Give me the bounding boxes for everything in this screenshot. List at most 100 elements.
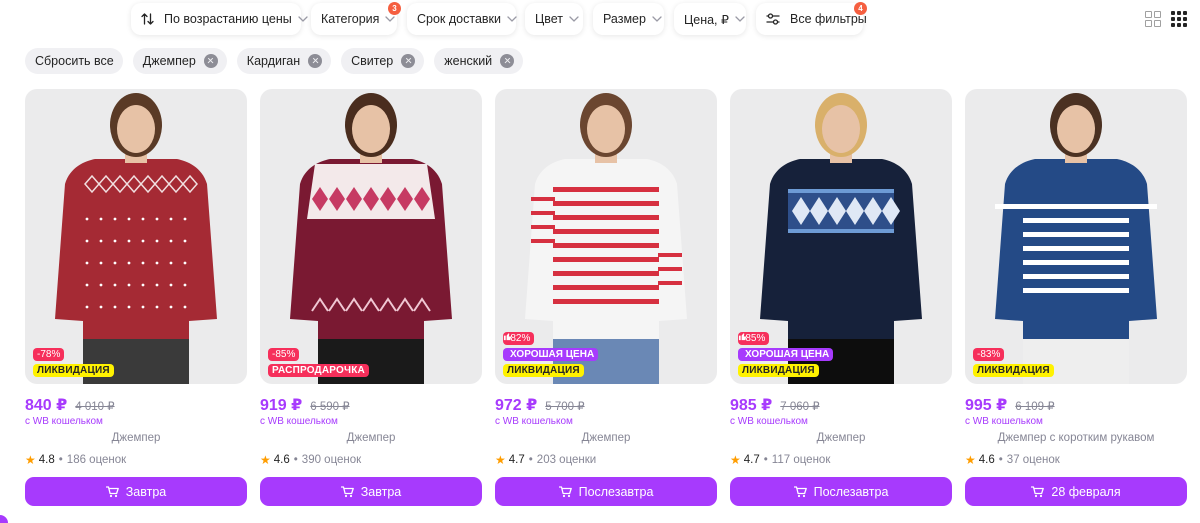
filter-chip-label: Кардиган xyxy=(246,54,301,68)
sort-icon xyxy=(141,13,154,25)
add-to-cart-button[interactable]: Завтра xyxy=(260,477,482,506)
delivery-date-label: Послезавтра xyxy=(578,484,654,499)
product-image[interactable]: -82% ХОРОШАЯ ЦЕНА ЛИКВИДАЦИЯ xyxy=(495,89,717,384)
small-grid-view-icon[interactable] xyxy=(1171,11,1187,27)
wallet-note: с WB кошельком xyxy=(495,416,573,427)
separator-dot: • xyxy=(293,454,298,466)
product-labels: -85% ХОРОШАЯ ЦЕНА ЛИКВИДАЦИЯ xyxy=(738,332,834,377)
product-image[interactable]: -85% ХОРОШАЯ ЦЕНА ЛИКВИДАЦИЯ xyxy=(730,89,952,384)
size-label: Размер xyxy=(603,12,646,26)
delivery-date-label: Завтра xyxy=(360,484,402,499)
category-label: Категория xyxy=(321,12,380,26)
star-icon: ★ xyxy=(495,453,506,467)
promo-badge-label: ЛИКВИДАЦИЯ xyxy=(742,365,815,376)
filter-chip-label: Джемпер xyxy=(142,54,196,68)
current-price: 995 ₽ xyxy=(965,397,1008,414)
rating: ★ 4.8 • 186 оценок xyxy=(25,453,126,467)
discount-badge: -83% xyxy=(973,348,1005,361)
product-card[interactable]: -83% ЛИКВИДАЦИЯ 995 ₽ 6 109 ₽ с WB кошел… xyxy=(965,89,1187,509)
large-grid-view-icon[interactable] xyxy=(1145,11,1161,27)
product-labels: -78% ЛИКВИДАЦИЯ xyxy=(33,348,114,377)
rating: ★ 4.7 • 117 оценок xyxy=(730,453,830,467)
price-filter-button[interactable]: Цена, ₽ xyxy=(674,3,746,35)
wallet-note: с WB кошельком xyxy=(730,416,808,427)
separator-dot: • xyxy=(58,454,63,466)
product-card[interactable]: -85% РАСПРОДАРОЧКА 919 ₽ 6 590 ₽ с WB ко… xyxy=(260,89,482,509)
add-to-cart-button[interactable]: Послезавтра xyxy=(730,477,952,506)
remove-icon[interactable] xyxy=(308,54,323,68)
size-filter-button[interactable]: Размер xyxy=(593,3,664,35)
delivery-date-label: Завтра xyxy=(125,484,167,499)
product-card[interactable]: -78% ЛИКВИДАЦИЯ 840 ₽ 4 010 ₽ с WB кошел… xyxy=(25,89,247,509)
chevron-down-icon xyxy=(569,14,579,24)
star-icon: ★ xyxy=(965,453,976,467)
product-name[interactable]: Джемпер xyxy=(260,432,482,444)
star-icon: ★ xyxy=(730,453,741,467)
remove-icon[interactable] xyxy=(500,54,515,68)
product-labels: -85% РАСПРОДАРОЧКА xyxy=(268,348,369,377)
add-to-cart-button[interactable]: 28 февраля xyxy=(965,477,1187,506)
price-row: 919 ₽ 6 590 ₽ xyxy=(260,395,350,415)
chevron-down-icon xyxy=(735,14,745,24)
price-row: 972 ₽ 5 700 ₽ xyxy=(495,395,585,415)
filter-chip-label: Свитер xyxy=(351,54,394,68)
filter-chip-label: женский xyxy=(444,54,493,68)
sort-label: По возрастанию цены xyxy=(164,12,292,26)
review-count: 186 оценок xyxy=(66,454,127,466)
product-image[interactable]: -85% РАСПРОДАРОЧКА xyxy=(260,89,482,384)
rating-value: 4.7 xyxy=(508,454,525,466)
promo-badge: ЛИКВИДАЦИЯ xyxy=(503,364,584,377)
color-label: Цвет xyxy=(535,12,564,26)
product-image[interactable]: -83% ЛИКВИДАЦИЯ xyxy=(965,89,1187,384)
scroll-button[interactable] xyxy=(0,515,8,523)
add-to-cart-button[interactable]: Завтра xyxy=(25,477,247,506)
promo-badge: ЛИКВИДАЦИЯ xyxy=(973,364,1054,377)
price-label: Цена, ₽ xyxy=(684,12,729,27)
cart-icon xyxy=(105,485,119,498)
promo-badge: ЛИКВИДАЦИЯ xyxy=(33,364,114,377)
sort-button[interactable]: По возрастанию цены xyxy=(131,3,308,35)
product-name[interactable]: Джемпер xyxy=(495,432,717,444)
remove-icon[interactable] xyxy=(401,54,416,68)
product-card[interactable]: -82% ХОРОШАЯ ЦЕНА ЛИКВИДАЦИЯ 972 ₽ 5 700 … xyxy=(495,89,717,509)
cart-icon xyxy=(558,485,572,498)
wallet-note: с WB кошельком xyxy=(25,416,103,427)
separator-dot: • xyxy=(763,454,768,466)
category-count-badge: 3 xyxy=(388,2,401,15)
reset-all-chip[interactable]: Сбросить все xyxy=(25,48,123,74)
add-to-cart-button[interactable]: Послезавтра xyxy=(495,477,717,506)
chevron-down-icon xyxy=(385,14,396,24)
filter-chip[interactable]: Кардиган xyxy=(236,48,332,74)
current-price: 985 ₽ xyxy=(730,397,773,414)
current-price: 972 ₽ xyxy=(495,397,538,414)
old-price: 4 010 ₽ xyxy=(75,401,115,413)
filter-chip[interactable]: Свитер xyxy=(341,48,425,74)
all-filters-button[interactable]: Все фильтры 4 xyxy=(756,2,867,35)
product-card[interactable]: -85% ХОРОШАЯ ЦЕНА ЛИКВИДАЦИЯ 985 ₽ 7 060 … xyxy=(730,89,952,509)
product-image[interactable]: -78% ЛИКВИДАЦИЯ xyxy=(25,89,247,384)
promo-badge-label: РАСПРОДАРОЧКА xyxy=(272,365,365,376)
filter-chip[interactable]: женский xyxy=(434,48,524,74)
product-grid: -78% ЛИКВИДАЦИЯ 840 ₽ 4 010 ₽ с WB кошел… xyxy=(25,89,1187,509)
product-name[interactable]: Джемпер xyxy=(25,432,247,444)
cart-icon xyxy=(340,485,354,498)
review-count: 37 оценок xyxy=(1006,454,1060,466)
color-filter-button[interactable]: Цвет xyxy=(525,3,583,35)
rating-value: 4.6 xyxy=(978,454,995,466)
delivery-filter-button[interactable]: Срок доставки xyxy=(407,3,517,35)
review-count: 203 оценки xyxy=(536,454,597,466)
product-name[interactable]: Джемпер с коротким рукавом xyxy=(965,432,1187,444)
promo-badge-label: ЛИКВИДАЦИЯ xyxy=(37,365,110,376)
promo-badge-label: ЛИКВИДАЦИЯ xyxy=(507,365,580,376)
promo-badge: ХОРОШАЯ ЦЕНА xyxy=(738,333,834,361)
remove-icon[interactable] xyxy=(203,54,218,68)
product-name[interactable]: Джемпер xyxy=(730,432,952,444)
category-filter-button[interactable]: Категория 3 xyxy=(311,2,401,35)
filter-bar: По возрастанию цены Категория 3 Срок дос… xyxy=(0,2,1200,35)
separator-dot: • xyxy=(528,454,533,466)
promo-badge-label: ХОРОШАЯ ЦЕНА xyxy=(745,349,830,360)
rating: ★ 4.6 • 390 оценок xyxy=(260,453,361,467)
reset-all-label: Сбросить все xyxy=(35,54,114,68)
promo-badge: ХОРОШАЯ ЦЕНА xyxy=(503,333,599,361)
filter-chip[interactable]: Джемпер xyxy=(132,48,227,74)
